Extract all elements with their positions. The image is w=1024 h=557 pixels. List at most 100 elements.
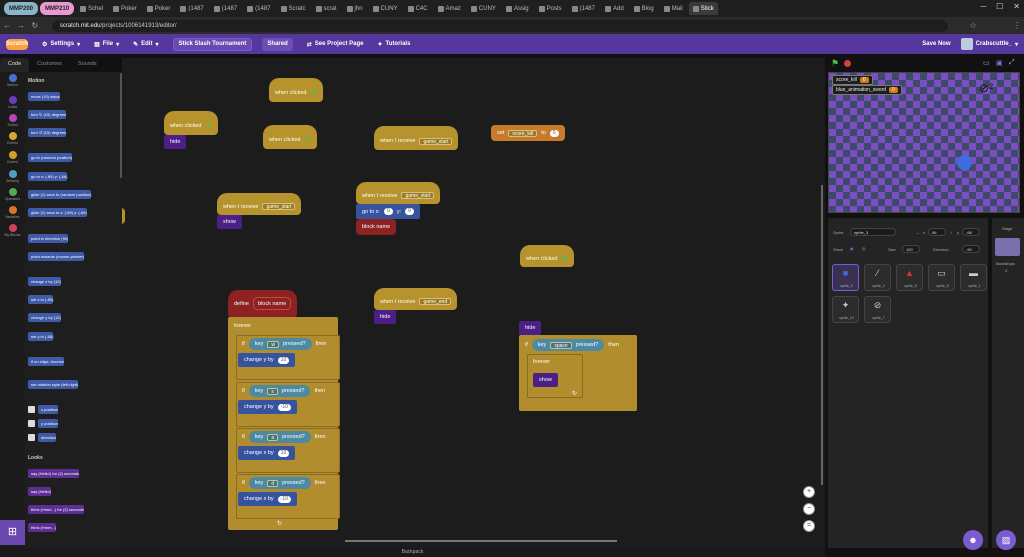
browser-tab[interactable]: (1487 xyxy=(176,2,207,15)
extension-button[interactable]: ⊞ xyxy=(0,520,25,545)
key-dropdown[interactable]: d xyxy=(267,479,279,487)
category-operators[interactable]: Operators xyxy=(0,188,25,201)
browser-tab[interactable]: scrat xyxy=(312,2,341,15)
category-motion[interactable]: Motion xyxy=(0,74,25,87)
back-icon[interactable]: ← xyxy=(0,21,14,30)
change-position-block[interactable]: change x by 10 xyxy=(238,446,296,460)
stage-canvas[interactable]: score_kill 0 blue_animation_sword 0 ⊘² xyxy=(828,72,1020,213)
define-block[interactable]: define block name xyxy=(228,290,298,317)
floating-broadcast-block[interactable]: message1 xyxy=(122,208,126,224)
key-dropdown[interactable]: a xyxy=(267,433,279,441)
browser-tab[interactable]: MMP200 xyxy=(4,2,39,15)
palette-block[interactable]: glide (1) secs to x: (-89) y: (-66) xyxy=(28,208,87,217)
bookmark-star-icon[interactable]: ☆ xyxy=(966,21,980,30)
reporter-block[interactable]: y position xyxy=(38,419,58,428)
palette-block[interactable]: if on edge, bounce xyxy=(28,357,64,366)
browser-tab[interactable]: Amaz xyxy=(434,2,465,15)
green-flag-icon[interactable]: ⚑ xyxy=(831,58,839,69)
change-position-block[interactable]: change y by 10 xyxy=(238,353,296,367)
palette-block[interactable]: think (Hmm...) for (2) seconds xyxy=(28,505,84,514)
go-to-xy-block[interactable]: go to x: 0 y: 0 xyxy=(356,204,420,219)
large-stage-icon[interactable]: ▣ xyxy=(996,59,1003,67)
browser-tab[interactable]: (1487 xyxy=(568,2,599,15)
palette-block[interactable]: think (Hmm...) xyxy=(28,523,57,532)
key-pressed-block[interactable]: key s pressed? xyxy=(248,385,311,397)
change-value-input[interactable]: -10 xyxy=(277,403,291,411)
variable-dropdown[interactable]: score_kill xyxy=(508,129,538,137)
key-dropdown[interactable]: s xyxy=(267,387,278,395)
fullscreen-icon[interactable]: ⤢ xyxy=(1009,59,1015,67)
browser-tab[interactable]: Mail xyxy=(660,2,687,15)
canvas-horizontal-scrollbar[interactable] xyxy=(345,540,617,542)
message-dropdown[interactable]: game_end xyxy=(419,298,452,305)
palette-block[interactable]: say (Hello!) for (2) seconds xyxy=(28,469,80,478)
file-menu[interactable]: ▤ File ▾ xyxy=(94,41,119,48)
save-now-button[interactable]: Save Now xyxy=(922,41,950,47)
when-flag-clicked-block[interactable]: when clicked ⚑ xyxy=(263,125,317,149)
stick-figure-sprite[interactable]: ⊘² xyxy=(979,81,993,95)
hide-block[interactable]: hide xyxy=(374,310,397,324)
palette-block[interactable]: go to (random position) xyxy=(28,153,73,162)
tab-code[interactable]: Code xyxy=(0,58,30,72)
sprite-tile[interactable]: ✦ sprite_10 xyxy=(832,296,859,323)
palette-block[interactable]: change x by (10) xyxy=(28,277,61,286)
canvas-vertical-scrollbar[interactable] xyxy=(821,185,823,485)
hide-visible-icon[interactable]: ◎ xyxy=(862,246,866,251)
browser-tab[interactable]: Stick xyxy=(688,2,718,15)
size-input[interactable]: 100 xyxy=(902,245,920,253)
show-block[interactable]: show xyxy=(217,215,242,229)
change-value-input[interactable]: 10 xyxy=(277,449,290,457)
when-i-receive-block[interactable]: when I receive game_start xyxy=(356,182,441,204)
browser-tab[interactable]: Assig xyxy=(502,2,533,15)
key-dropdown[interactable]: w xyxy=(267,340,279,348)
browser-tab[interactable]: Poker xyxy=(143,2,175,15)
browser-tab[interactable]: Schel xyxy=(76,2,107,15)
edit-menu[interactable]: ✎ Edit ▾ xyxy=(133,41,158,48)
sprite-tile[interactable]: ⊘ sprite_7 xyxy=(864,296,891,323)
small-stage-icon[interactable]: ▭ xyxy=(983,59,990,67)
direction-checkbox[interactable] xyxy=(28,434,35,441)
category-events[interactable]: Events xyxy=(0,132,25,145)
browser-tab[interactable]: Add xyxy=(601,2,628,15)
forward-icon[interactable]: → xyxy=(14,21,28,30)
sprite-name-input[interactable]: sprite_3 xyxy=(850,228,896,236)
category-my-blocks[interactable]: My Blocks xyxy=(0,224,25,237)
when-flag-clicked-block[interactable]: when clicked ⚑ xyxy=(164,111,218,135)
scratch-logo[interactable]: Scratch xyxy=(6,38,28,50)
url-input[interactable]: scratch.mit.edu/projects/1006141913/edit… xyxy=(51,19,949,32)
tab-sounds[interactable]: Sounds xyxy=(70,58,105,72)
minimize-icon[interactable]: ─ xyxy=(980,2,986,11)
sprite-tile[interactable]: ⁄ sprite_4 xyxy=(864,264,891,291)
palette-block[interactable]: set x to (-89) xyxy=(28,295,54,304)
value-input[interactable]: 0 xyxy=(549,129,559,137)
y-position-checkbox[interactable] xyxy=(28,420,35,427)
when-flag-clicked-block[interactable]: when clicked ⚑ xyxy=(269,78,323,102)
direction-input[interactable]: -90 xyxy=(962,245,980,253)
set-variable-block[interactable]: set score_kill to 0 xyxy=(491,125,565,141)
custom-block-call[interactable]: block name xyxy=(356,219,397,235)
sprite-tile[interactable]: ▬ sprite_1 xyxy=(960,264,987,291)
key-pressed-block[interactable]: key a pressed? xyxy=(248,431,311,443)
palette-block[interactable]: turn ↻ (15) degrees xyxy=(28,110,67,119)
variable-monitor[interactable]: blue_animation_sword 0 xyxy=(832,85,902,95)
browser-tab[interactable]: jhn xyxy=(343,2,367,15)
palette-block[interactable]: move (10) steps xyxy=(28,92,60,101)
palette-block[interactable]: point in direction (90) xyxy=(28,234,69,243)
tab-costumes[interactable]: Costumes xyxy=(29,58,70,72)
browser-menu-icon[interactable]: ⋮ xyxy=(1010,21,1024,30)
browser-tab[interactable]: Blog xyxy=(630,2,658,15)
backdrop-thumbnail[interactable] xyxy=(995,238,1020,256)
browser-tab[interactable]: (1487 xyxy=(243,2,274,15)
account-menu[interactable]: Crabscuttle_ ▾ xyxy=(960,38,1018,50)
browser-tab[interactable]: Poker xyxy=(109,2,141,15)
show-visible-icon[interactable]: ◉ xyxy=(850,246,854,251)
category-looks[interactable]: Looks xyxy=(0,96,25,109)
blue-sprite[interactable] xyxy=(957,155,972,170)
code-canvas[interactable]: message1 when clicked⚑ when clicked⚑ hid… xyxy=(122,58,825,548)
reporter-block[interactable]: x position xyxy=(38,405,58,414)
browser-tab[interactable]: MMP210 xyxy=(40,2,75,15)
when-i-receive-block[interactable]: when I receive game_start xyxy=(217,193,302,215)
key-pressed-block[interactable]: key space pressed? xyxy=(531,339,605,351)
x-input[interactable]: 0 xyxy=(384,208,393,215)
change-position-block[interactable]: change y by -10 xyxy=(238,400,297,414)
